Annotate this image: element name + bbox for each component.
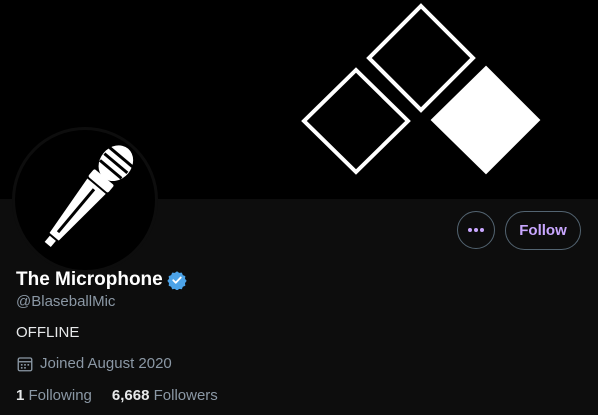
profile-page: Follow The Microphone @BlaseballMic OFFL… — [0, 0, 598, 415]
follow-button[interactable]: Follow — [505, 211, 581, 250]
name-row: The Microphone — [16, 268, 187, 292]
user-handle: @BlaseballMic — [16, 293, 116, 310]
following-count: 1 — [16, 387, 25, 404]
following-link[interactable]: 1 Following — [16, 386, 92, 406]
display-name: The Microphone — [16, 269, 163, 290]
followers-link[interactable]: 6,668 Followers — [112, 386, 218, 406]
following-label: Following — [28, 387, 92, 404]
verified-badge-icon — [167, 271, 187, 290]
joined-date-label: Joined August 2020 — [40, 355, 172, 372]
joined-date-row: Joined August 2020 — [16, 354, 172, 374]
calendar-icon — [17, 357, 33, 372]
banner-diamond-left — [301, 67, 411, 175]
followers-count: 6,668 — [111, 387, 150, 404]
more-horizontal-icon — [468, 228, 484, 232]
followers-label: Followers — [153, 387, 218, 404]
microphone-icon — [44, 145, 134, 248]
avatar[interactable] — [12, 127, 158, 273]
follow-stats: 1 Following 6,668 Followers — [16, 386, 218, 406]
profile-bio: OFFLINE — [16, 324, 80, 341]
more-options-button[interactable] — [457, 211, 495, 249]
